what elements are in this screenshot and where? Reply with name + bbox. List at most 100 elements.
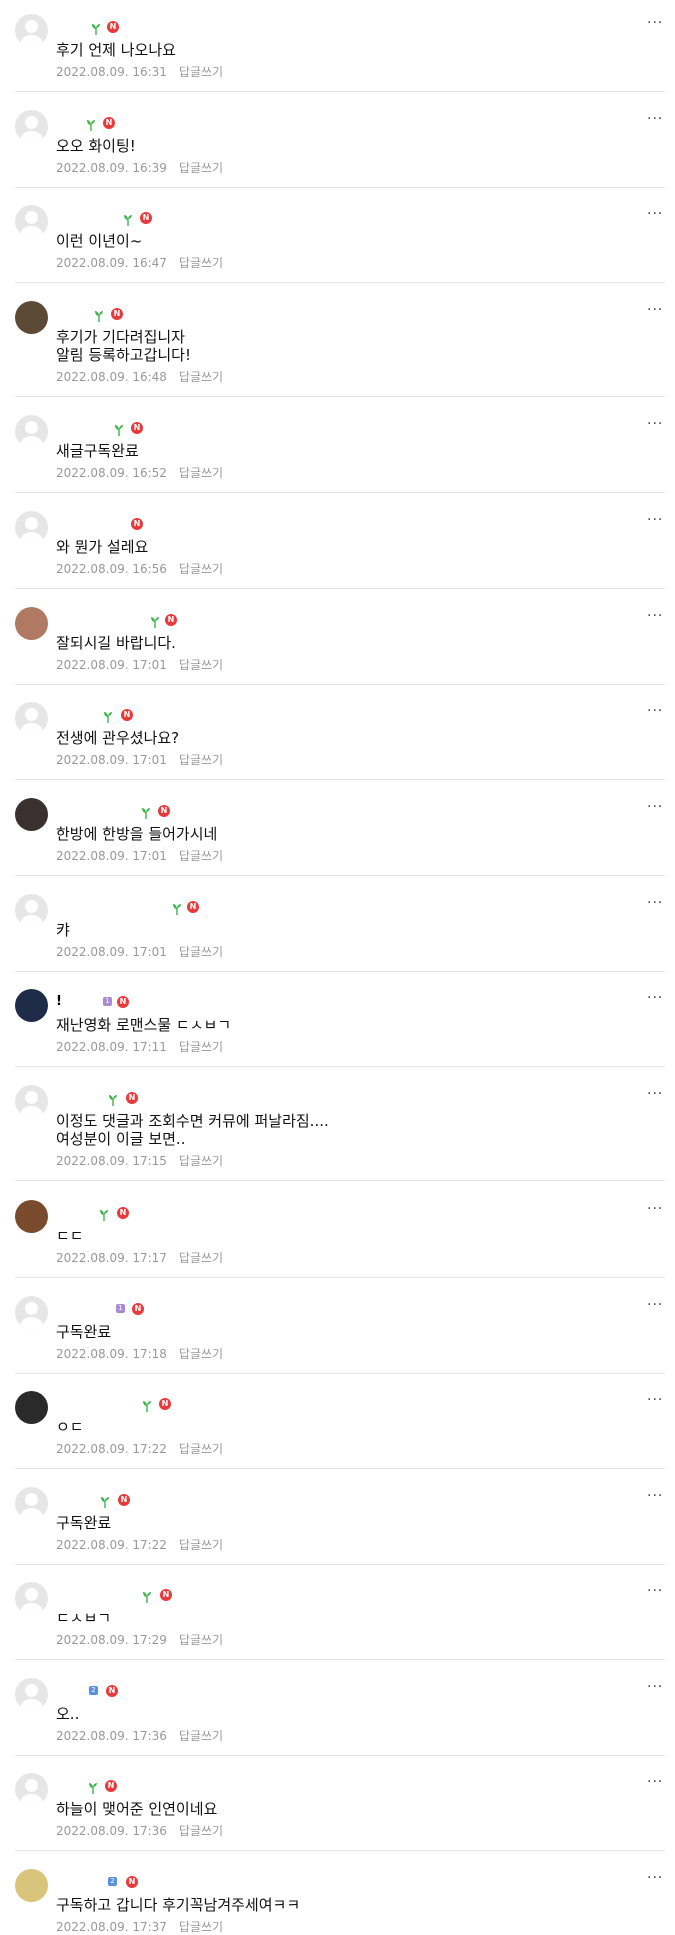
avatar[interactable]	[15, 607, 48, 640]
new-badge-icon: N	[160, 1589, 172, 1601]
avatar[interactable]	[15, 798, 48, 831]
reply-button[interactable]: 답글쓰기	[179, 370, 223, 384]
comment-text: 이런 이년이~	[56, 232, 143, 250]
comment-date: 2022.08.09. 16:52	[56, 466, 167, 480]
reply-button[interactable]: 답글쓰기	[179, 1347, 223, 1361]
reply-button[interactable]: 답글쓰기	[179, 1251, 223, 1265]
reply-button[interactable]: 답글쓰기	[179, 945, 223, 959]
reply-button[interactable]: 답글쓰기	[179, 658, 223, 672]
comment-date: 2022.08.09. 17:01	[56, 849, 167, 863]
new-badge-icon: N	[103, 117, 115, 129]
reply-button[interactable]: 답글쓰기	[179, 1040, 223, 1054]
more-dots-icon[interactable]: ···	[647, 1393, 663, 1407]
comment-date: 2022.08.09. 17:01	[56, 658, 167, 672]
avatar[interactable]	[15, 415, 48, 448]
comment-meta: 2022.08.09. 17:36 답글쓰기	[56, 1727, 223, 1744]
reply-button[interactable]: 답글쓰기	[179, 562, 223, 576]
comment-date: 2022.08.09. 16:56	[56, 562, 167, 576]
avatar[interactable]	[15, 14, 48, 47]
more-dots-icon[interactable]: ···	[647, 609, 663, 623]
more-dots-icon[interactable]: ···	[647, 1087, 663, 1101]
avatar[interactable]	[15, 1773, 48, 1806]
avatar[interactable]	[15, 1296, 48, 1329]
sprout-icon	[142, 1588, 152, 1603]
more-dots-icon[interactable]: ···	[647, 896, 663, 910]
comment-text: ㄷㄷ	[56, 1227, 84, 1245]
avatar[interactable]	[15, 110, 48, 143]
more-dots-icon[interactable]: ···	[647, 800, 663, 814]
comment-divider	[15, 779, 665, 780]
more-dots-icon[interactable]: ···	[647, 1775, 663, 1789]
more-dots-icon[interactable]: ···	[647, 112, 663, 126]
avatar[interactable]	[15, 1582, 48, 1615]
comment-date: 2022.08.09. 17:11	[56, 1040, 167, 1054]
avatar[interactable]	[15, 989, 48, 1022]
comment-divider	[15, 396, 665, 397]
avatar[interactable]	[15, 1869, 48, 1902]
comment-meta: 2022.08.09. 16:48 답글쓰기	[56, 368, 223, 385]
comment-meta: 2022.08.09. 17:15 답글쓰기	[56, 1152, 223, 1169]
avatar[interactable]	[15, 301, 48, 334]
more-dots-icon[interactable]: ···	[647, 1489, 663, 1503]
comment-date: 2022.08.09. 17:01	[56, 945, 167, 959]
avatar[interactable]	[15, 511, 48, 544]
more-dots-icon[interactable]: ···	[647, 1298, 663, 1312]
comment-meta: 2022.08.09. 16:47 답글쓰기	[56, 254, 223, 271]
comment-divider	[15, 1755, 665, 1756]
more-dots-icon[interactable]: ···	[647, 513, 663, 527]
avatar[interactable]	[15, 1487, 48, 1520]
sprout-icon	[142, 1397, 152, 1412]
reply-button[interactable]: 답글쓰기	[179, 466, 223, 480]
comment-divider	[15, 1468, 665, 1469]
comment-divider	[15, 1180, 665, 1181]
reply-button[interactable]: 답글쓰기	[179, 256, 223, 270]
reply-button[interactable]: 답글쓰기	[179, 1154, 223, 1168]
comment-text: 후기 언제 나오나요	[56, 41, 176, 59]
more-dots-icon[interactable]: ···	[647, 1680, 663, 1694]
new-badge-icon: N	[158, 805, 170, 817]
reply-button[interactable]: 답글쓰기	[179, 1824, 223, 1838]
reply-button[interactable]: 답글쓰기	[179, 65, 223, 79]
author-nickname[interactable]: !	[56, 995, 62, 1008]
avatar[interactable]	[15, 1678, 48, 1711]
comment-meta: 2022.08.09. 17:17 답글쓰기	[56, 1249, 223, 1266]
comment-date: 2022.08.09. 17:22	[56, 1538, 167, 1552]
more-dots-icon[interactable]: ···	[647, 1584, 663, 1598]
reply-button[interactable]: 답글쓰기	[179, 1633, 223, 1647]
more-dots-icon[interactable]: ···	[647, 1871, 663, 1885]
sprout-icon	[108, 1091, 118, 1106]
comment-date: 2022.08.09. 16:47	[56, 256, 167, 270]
avatar[interactable]	[15, 205, 48, 238]
more-dots-icon[interactable]: ···	[647, 303, 663, 317]
comment-text: 한방에 한방을 들어가시네	[56, 825, 218, 843]
reply-button[interactable]: 답글쓰기	[179, 161, 223, 175]
more-dots-icon[interactable]: ···	[647, 1202, 663, 1216]
more-dots-icon[interactable]: ···	[647, 16, 663, 30]
avatar[interactable]	[15, 1200, 48, 1233]
more-dots-icon[interactable]: ···	[647, 207, 663, 221]
comment-meta: 2022.08.09. 17:01 답글쓰기	[56, 943, 223, 960]
reply-button[interactable]: 답글쓰기	[179, 1729, 223, 1743]
new-badge-icon: N	[111, 308, 123, 320]
avatar[interactable]	[15, 702, 48, 735]
comment-meta: 2022.08.09. 17:36 답글쓰기	[56, 1822, 223, 1839]
comment-date: 2022.08.09. 17:22	[56, 1442, 167, 1456]
more-dots-icon[interactable]: ···	[647, 417, 663, 431]
comment-text: 구독완료	[56, 1514, 112, 1532]
comment-text: 후기가 기다려집니자 알림 등록하고갑니다!	[56, 328, 191, 364]
reply-button[interactable]: 답글쓰기	[179, 1920, 223, 1934]
comment-date: 2022.08.09. 17:18	[56, 1347, 167, 1361]
avatar[interactable]	[15, 1391, 48, 1424]
avatar[interactable]	[15, 1085, 48, 1118]
more-dots-icon[interactable]: ···	[647, 704, 663, 718]
sprout-icon	[103, 708, 113, 723]
reply-button[interactable]: 답글쓰기	[179, 753, 223, 767]
reply-button[interactable]: 답글쓰기	[179, 849, 223, 863]
comment-text: 구독하고 갑니다 후기꼭남겨주세여ㅋㅋ	[56, 1896, 301, 1914]
reply-button[interactable]: 답글쓰기	[179, 1538, 223, 1552]
avatar[interactable]	[15, 894, 48, 927]
reply-button[interactable]: 답글쓰기	[179, 1442, 223, 1456]
comment-divider	[15, 971, 665, 972]
more-dots-icon[interactable]: ···	[647, 991, 663, 1005]
comment-text: 잘되시길 바랍니다.	[56, 634, 176, 652]
